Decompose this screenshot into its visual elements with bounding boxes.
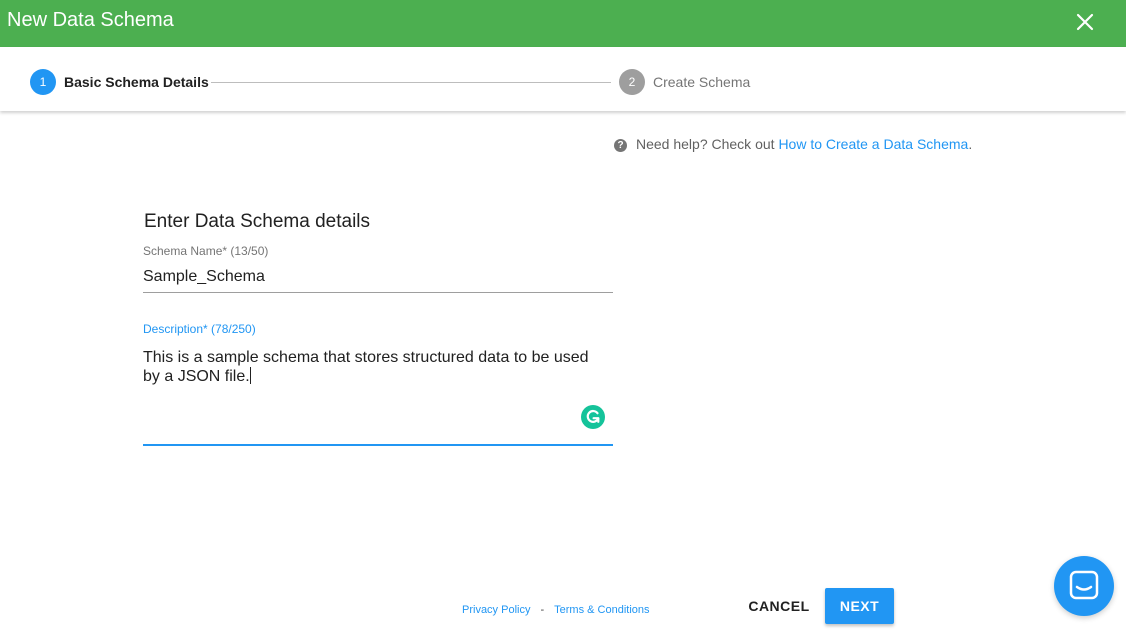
description-field[interactable]: Description* (78/250) This is a sample s… xyxy=(143,321,613,446)
help-text: Need help? Check out xyxy=(636,136,779,152)
title-bar: New Data Schema xyxy=(0,0,1126,47)
step-number-badge: 1 xyxy=(30,69,56,95)
dialog-title: New Data Schema xyxy=(7,9,174,31)
privacy-policy-link[interactable]: Privacy Policy xyxy=(462,604,530,616)
text-caret xyxy=(249,367,251,384)
terms-conditions-link[interactable]: Terms & Conditions xyxy=(554,604,649,616)
cancel-button[interactable]: CANCEL xyxy=(740,588,818,624)
schema-name-field[interactable]: Schema Name* (13/50) Sample_Schema xyxy=(143,243,613,293)
stepper-connector xyxy=(211,82,611,83)
step-label: Basic Schema Details xyxy=(64,74,209,90)
chat-icon xyxy=(1069,570,1099,600)
grammarly-icon[interactable] xyxy=(581,405,605,429)
description-label: Description* (78/250) xyxy=(143,322,256,336)
next-button[interactable]: NEXT xyxy=(825,588,894,624)
step-number-badge: 2 xyxy=(619,69,645,95)
footer-links: Privacy Policy - Terms & Conditions xyxy=(462,604,650,616)
form-heading: Enter Data Schema details xyxy=(144,211,371,232)
help-note: ? Need help? Check out How to Create a Da… xyxy=(614,136,972,152)
chat-launcher-button[interactable] xyxy=(1054,556,1114,616)
stepper: 1 Basic Schema Details 2 Create Schema xyxy=(0,47,1126,111)
help-icon: ? xyxy=(614,139,627,152)
description-text: This is a sample schema that stores stru… xyxy=(143,349,589,385)
footer-separator: - xyxy=(540,604,545,616)
how-to-create-schema-link[interactable]: How to Create a Data Schema xyxy=(778,136,968,152)
schema-name-input[interactable]: Sample_Schema xyxy=(143,268,613,286)
description-textarea[interactable]: This is a sample schema that stores stru… xyxy=(143,348,609,386)
close-icon[interactable] xyxy=(1074,11,1096,33)
help-suffix: . xyxy=(968,136,973,152)
schema-name-label: Schema Name* (13/50) xyxy=(143,244,269,258)
step-label: Create Schema xyxy=(653,74,751,90)
